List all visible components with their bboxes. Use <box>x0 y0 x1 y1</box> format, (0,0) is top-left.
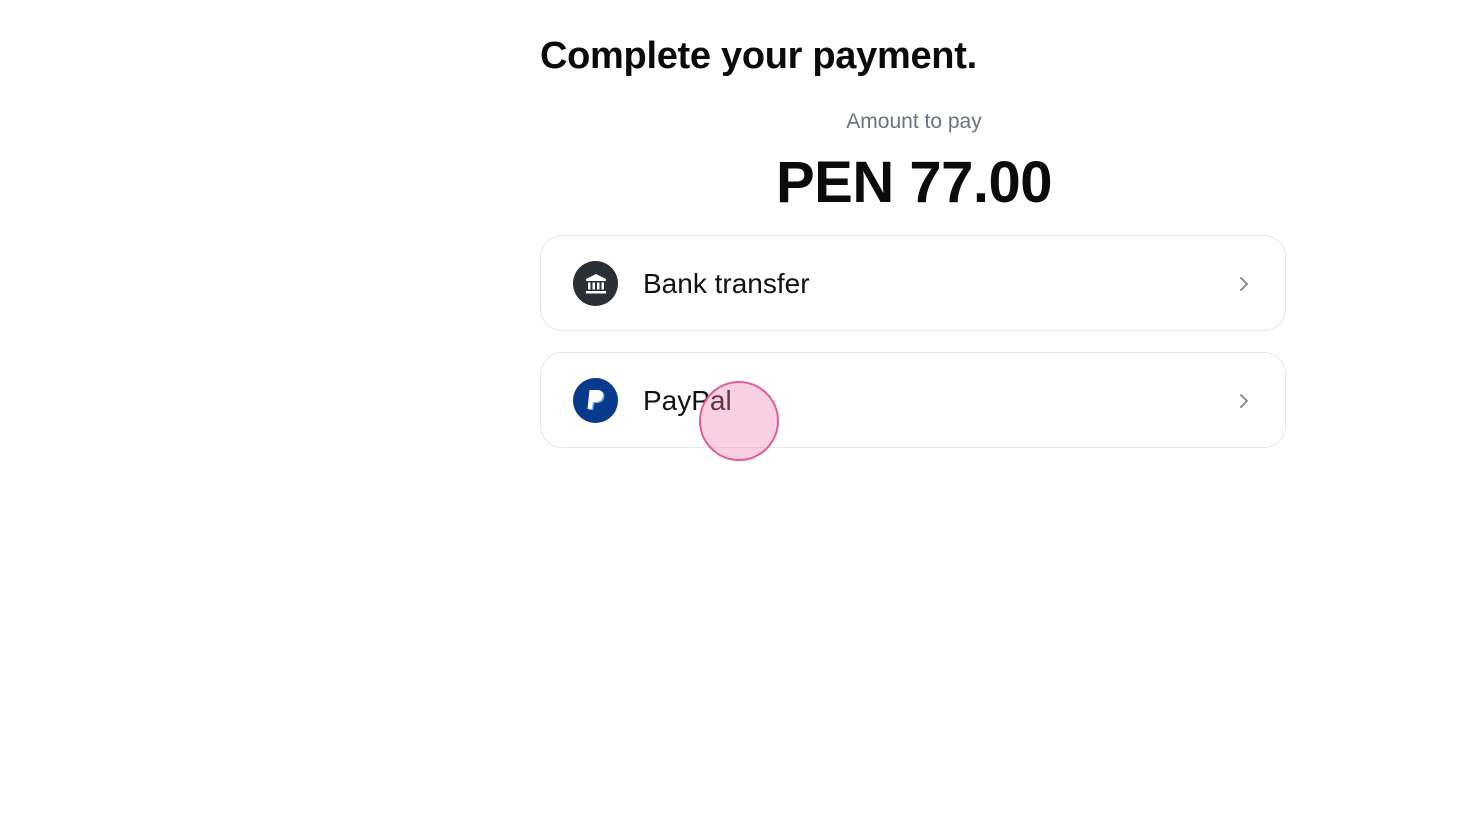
payment-page: Complete your payment. Amount to pay PEN… <box>0 0 1470 831</box>
bank-transfer-label: Bank transfer <box>643 268 810 299</box>
amount-value: PEN 77.00 <box>775 150 1053 215</box>
bank-icon <box>573 261 618 306</box>
chevron-right-icon <box>1240 277 1248 291</box>
paypal-option[interactable]: PayPal <box>540 352 1286 448</box>
paypal-label: PayPal <box>643 385 732 416</box>
bank-transfer-option[interactable]: Bank transfer <box>540 235 1286 331</box>
chevron-right-icon <box>1240 394 1248 408</box>
amount-label: Amount to pay <box>846 110 982 133</box>
page-title: Complete your payment. <box>540 35 977 77</box>
paypal-icon <box>573 378 618 423</box>
